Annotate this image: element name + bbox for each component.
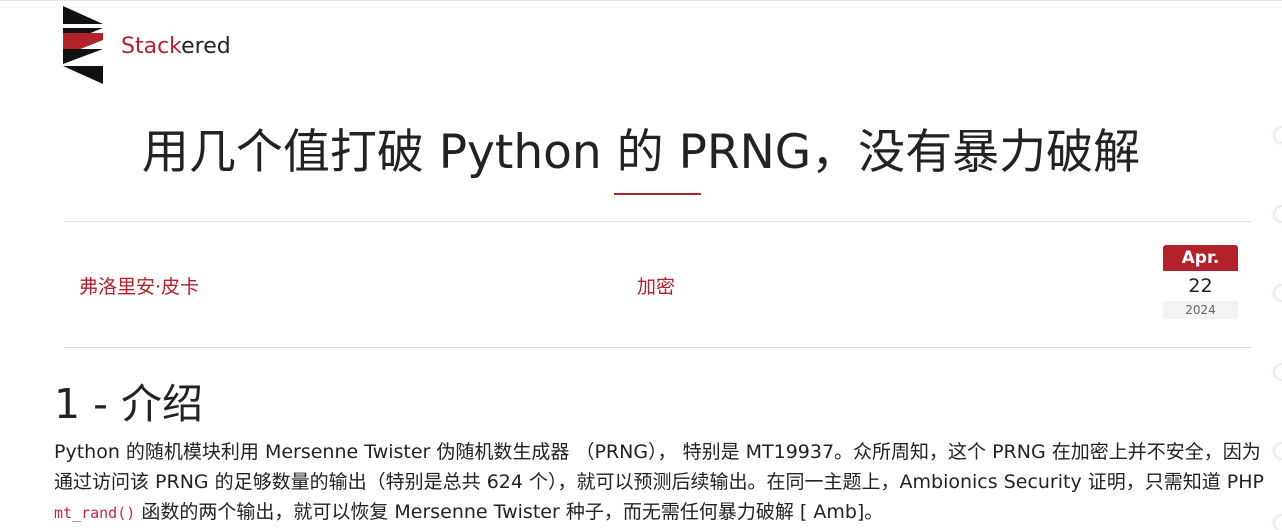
meta-divider-bottom [64, 347, 1251, 348]
brand-suffix: ered [181, 34, 231, 59]
top-border [0, 0, 1282, 1]
section-heading: 1 - 介绍 [54, 380, 203, 428]
intro-text-part2: 函数的两个输出，就可以恢复 Mersenne Twister 种子，而无需任何暴… [135, 501, 884, 523]
author-link[interactable]: 弗洛里安·皮卡 [79, 272, 199, 299]
brand-name: Stackered [121, 34, 231, 59]
side-nav-dot[interactable] [1275, 128, 1282, 142]
stackered-logo-icon [63, 6, 103, 84]
site-logo[interactable]: Stackered [63, 6, 243, 86]
side-nav-dot[interactable] [1275, 516, 1282, 530]
post-date-badge: Apr. 22 2024 [1163, 245, 1238, 319]
date-year: 2024 [1163, 301, 1238, 319]
title-underline [614, 193, 701, 195]
side-nav-dot[interactable] [1275, 286, 1282, 300]
inline-code: mt_rand() [54, 504, 136, 522]
side-nav-dot[interactable] [1275, 365, 1282, 379]
category-link[interactable]: 加密 [637, 272, 675, 299]
post-title: 用几个值打破 Python 的 PRNG，没有暴力破解 [141, 125, 1141, 180]
intro-text-part1: Python 的随机模块利用 Mersenne Twister 伪随机数生成器 … [54, 441, 1265, 493]
intro-paragraph: Python 的随机模块利用 Mersenne Twister 伪随机数生成器 … [54, 437, 1264, 528]
side-nav-dot[interactable] [1275, 207, 1282, 221]
side-nav-dot[interactable] [1275, 444, 1282, 458]
meta-divider-top [64, 221, 1251, 222]
brand-prefix: Stack [121, 34, 182, 59]
date-month: Apr. [1163, 245, 1238, 271]
date-day: 22 [1188, 275, 1213, 297]
